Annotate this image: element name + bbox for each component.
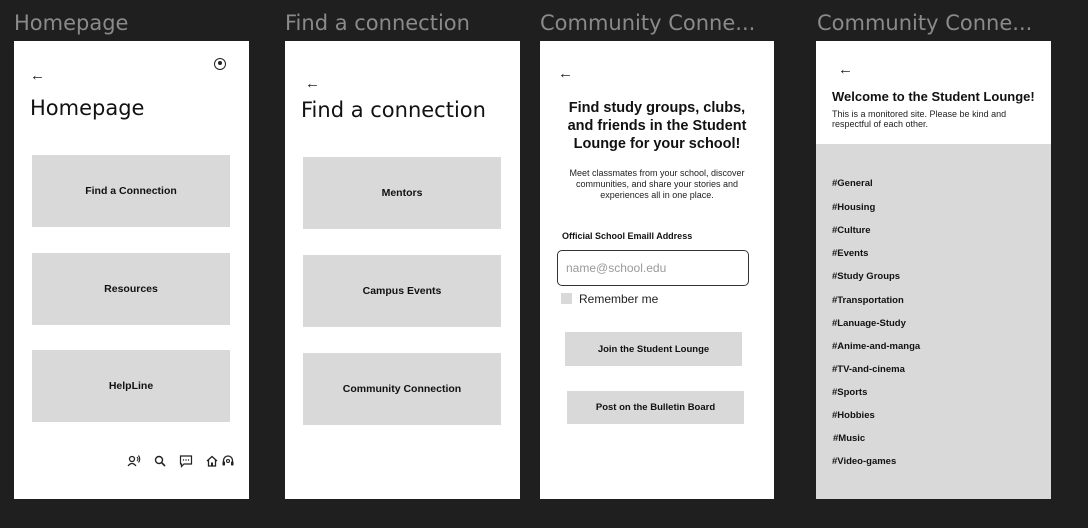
channel-culture[interactable]: #Culture	[832, 225, 871, 236]
channel-events[interactable]: #Events	[832, 248, 868, 259]
remember-label: Remember me	[579, 292, 659, 306]
email-label: Official School Emaill Address	[562, 231, 693, 241]
channel-music[interactable]: #Music	[833, 433, 865, 444]
signup-headline: Find study groups, clubs, and friends in…	[567, 100, 747, 152]
channel-general[interactable]: #General	[832, 178, 873, 189]
remember-checkbox[interactable]	[561, 293, 572, 304]
bulletin-board-button[interactable]: Post on the Bulletin Board	[567, 391, 744, 424]
channel-sports[interactable]: #Sports	[832, 387, 867, 398]
back-arrow-icon[interactable]: ←	[30, 68, 45, 83]
channel-hobbies[interactable]: #Hobbies	[832, 410, 875, 421]
frame-title-community-signup: Community Conne...	[540, 11, 756, 35]
resources-button[interactable]: Resources	[32, 253, 230, 325]
join-lounge-button[interactable]: Join the Student Lounge	[565, 332, 742, 366]
page-title: Find a connection	[301, 98, 486, 122]
frame-title-student-lounge: Community Conne...	[817, 11, 1033, 35]
find-connection-screen: ← Find a connection Mentors Campus Event…	[285, 41, 520, 499]
search-icon[interactable]	[153, 454, 167, 468]
back-arrow-icon[interactable]: ←	[305, 76, 320, 91]
channel-study-groups[interactable]: #Study Groups	[832, 271, 900, 282]
back-arrow-icon[interactable]: ←	[558, 66, 573, 81]
channel-video-games[interactable]: #Video-games	[832, 456, 896, 467]
back-arrow-icon[interactable]: ←	[838, 62, 853, 77]
profile-icon[interactable]	[214, 58, 226, 70]
frame-title-homepage: Homepage	[14, 11, 129, 35]
bottom-nav	[127, 454, 235, 468]
community-signup-screen: ← Find study groups, clubs, and friends …	[540, 41, 774, 499]
channel-transportation[interactable]: #Transportation	[832, 295, 904, 306]
homepage-screen: ← Homepage Find a Connection Resources H…	[14, 41, 249, 499]
voice-icon[interactable]	[127, 454, 141, 468]
email-field[interactable]: name@school.edu	[557, 250, 749, 286]
find-connection-button[interactable]: Find a Connection	[32, 155, 230, 227]
lounge-description: This is a monitored site. Please be kind…	[832, 109, 1007, 129]
channel-housing[interactable]: #Housing	[832, 202, 875, 213]
campus-events-button[interactable]: Campus Events	[303, 255, 501, 327]
channel-language-study[interactable]: #Lanuage-Study	[832, 318, 906, 329]
frame-title-find-connection: Find a connection	[285, 11, 470, 35]
lounge-title: Welcome to the Student Lounge!	[832, 89, 1035, 104]
signup-subtext: Meet classmates from your school, discov…	[569, 168, 745, 200]
home-icon[interactable]	[205, 454, 219, 468]
channel-tv-and-cinema[interactable]: #TV-and-cinema	[832, 364, 905, 375]
chat-icon[interactable]	[179, 454, 193, 468]
community-connection-button[interactable]: Community Connection	[303, 353, 501, 425]
channel-list: #General #Housing #Culture #Events #Stud…	[816, 144, 1051, 499]
helpline-button[interactable]: HelpLine	[32, 350, 230, 422]
mentors-button[interactable]: Mentors	[303, 157, 501, 229]
page-title: Homepage	[30, 96, 145, 120]
channel-anime-and-manga[interactable]: #Anime-and-manga	[832, 341, 920, 352]
support-icon[interactable]	[221, 454, 235, 468]
student-lounge-screen: ← Welcome to the Student Lounge! This is…	[816, 41, 1051, 499]
